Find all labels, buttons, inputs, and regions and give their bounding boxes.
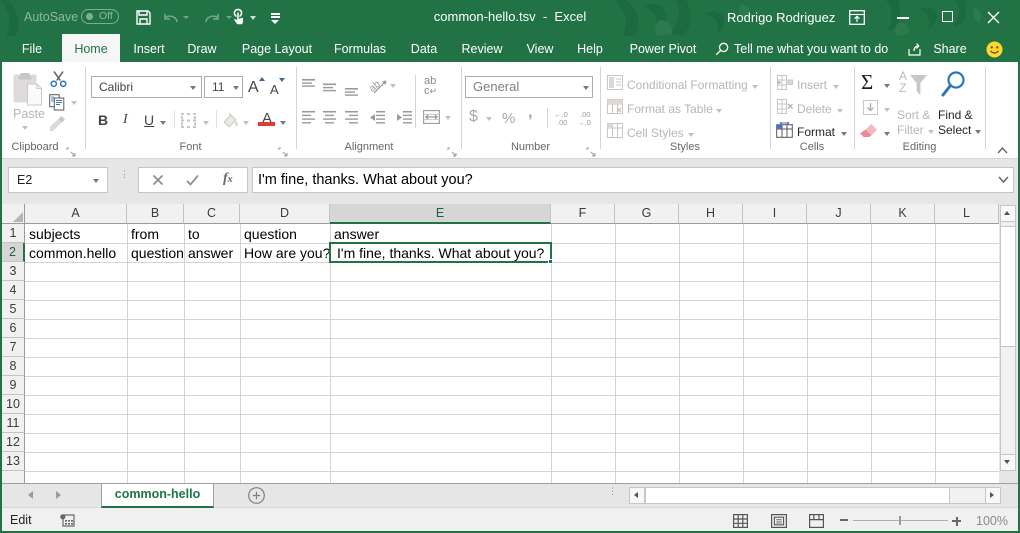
svg-text:→.0: →.0 (577, 118, 591, 126)
svg-text:.00: .00 (557, 118, 567, 126)
